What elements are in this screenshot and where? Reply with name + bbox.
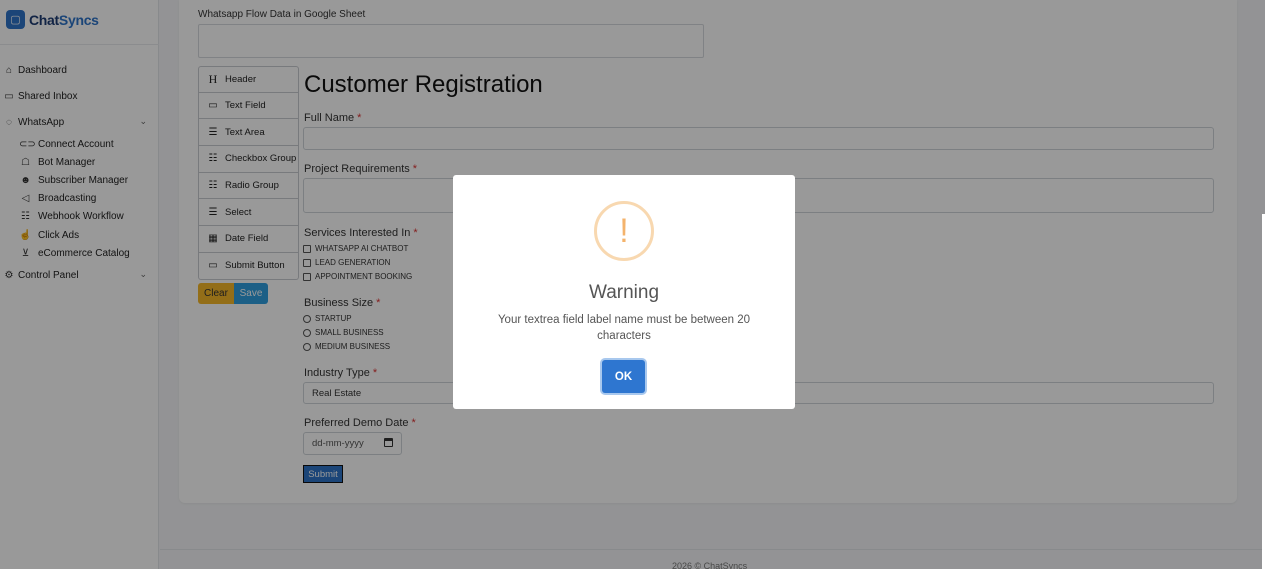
dialog-title: Warning (588, 282, 660, 303)
warning-icon: ! (594, 201, 654, 261)
warning-dialog: ! Warning Your textrea field label name … (453, 175, 795, 409)
dialog-message: Your textrea field label name must be be… (497, 314, 751, 342)
ok-button[interactable]: OK (602, 360, 645, 393)
